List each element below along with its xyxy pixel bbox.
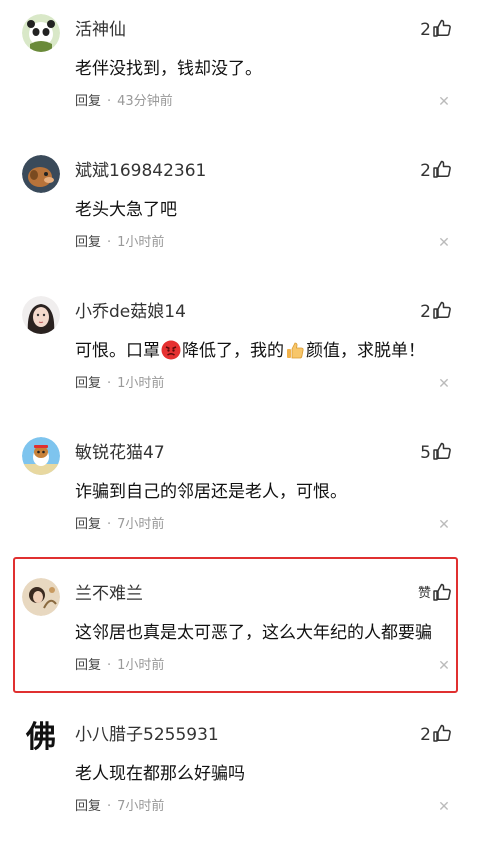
comment-text: 诈骗到自己的邻居还是老人，可恨。	[75, 482, 347, 502]
comment-item: 活神仙 2 老伴没找到，钱却没了。 回复 · 43分钟前 ✕	[0, 0, 478, 141]
reply-button[interactable]: 回复	[75, 94, 101, 109]
comment-text: 老人现在都那么好骗吗	[75, 764, 245, 784]
timestamp: 43分钟前	[117, 94, 173, 109]
like-button[interactable]: 2	[420, 300, 452, 324]
timestamp: 1小时前	[117, 658, 165, 673]
thumbs-up-icon	[432, 441, 452, 465]
reply-button[interactable]: 回复	[75, 517, 101, 532]
like-button[interactable]: 5	[420, 441, 452, 465]
comment-item: 小乔de菇娘14 2 可恨。口罩 降低了，我的 颜值，求脱单！ 回复 · 1小时前 ✕	[0, 282, 478, 423]
avatar-glyph: 佛	[26, 720, 56, 755]
like-count: 2	[420, 161, 431, 181]
like-count: 2	[420, 725, 431, 745]
thumbs-up-icon	[432, 159, 452, 183]
username[interactable]: 活神仙	[75, 18, 126, 42]
close-icon[interactable]: ✕	[437, 656, 451, 676]
angry-emoji-icon	[161, 340, 181, 360]
like-button[interactable]: 赞	[418, 582, 452, 606]
timestamp: 7小时前	[117, 517, 165, 532]
like-count: 2	[420, 302, 431, 322]
comment-meta: 回复 · 1小时前	[75, 656, 164, 676]
close-icon[interactable]: ✕	[437, 92, 451, 112]
comment-meta: 回复 · 7小时前	[75, 515, 164, 535]
comment-item: 斌斌169842361 2 老头大急了吧 回复 · 1小时前 ✕	[0, 141, 478, 282]
username[interactable]: 兰不难兰	[75, 582, 143, 606]
avatar[interactable]	[22, 578, 60, 616]
like-button[interactable]: 2	[420, 159, 452, 183]
separator: ·	[107, 376, 112, 391]
like-button[interactable]: 2	[420, 18, 452, 42]
avatar[interactable]: 佛	[22, 719, 60, 757]
thumbs-up-emoji-icon	[285, 340, 305, 360]
thumbs-up-icon	[432, 723, 452, 747]
separator: ·	[107, 94, 112, 109]
comment-meta: 回复 · 1小时前	[75, 233, 164, 253]
username[interactable]: 小八腊子5255931	[75, 723, 219, 747]
separator: ·	[107, 799, 112, 814]
avatar[interactable]	[22, 437, 60, 475]
close-icon[interactable]: ✕	[437, 233, 451, 253]
separator: ·	[107, 235, 112, 250]
like-count: 5	[420, 443, 431, 463]
avatar[interactable]	[22, 296, 60, 334]
reply-button[interactable]: 回复	[75, 658, 101, 673]
text-segment: 颜值，求脱单！	[306, 341, 425, 361]
thumbs-up-icon	[432, 300, 452, 324]
comment-meta: 回复 · 7小时前	[75, 797, 164, 817]
username[interactable]: 斌斌169842361	[75, 159, 206, 183]
comment-text: 老头大急了吧	[75, 200, 177, 220]
username[interactable]: 小乔de菇娘14	[75, 300, 186, 324]
separator: ·	[107, 658, 112, 673]
reply-button[interactable]: 回复	[75, 799, 101, 814]
like-count: 2	[420, 20, 431, 40]
timestamp: 1小时前	[117, 376, 165, 391]
thumbs-up-icon	[432, 18, 452, 42]
avatar[interactable]	[22, 155, 60, 193]
timestamp: 1小时前	[117, 235, 165, 250]
reply-button[interactable]: 回复	[75, 235, 101, 250]
avatar[interactable]	[22, 14, 60, 52]
text-segment: 降低了，我的	[182, 341, 284, 361]
text-segment: 可恨。口罩	[75, 341, 160, 361]
comment-item: 兰不难兰 赞 这邻居也真是太可恶了，这么大年纪的人都要骗 回复 · 1小时前 ✕	[0, 564, 478, 705]
separator: ·	[107, 517, 112, 532]
close-icon[interactable]: ✕	[437, 374, 451, 394]
comment-meta: 回复 · 43分钟前	[75, 92, 173, 112]
comment-item: 佛 小八腊子5255931 2 老人现在都那么好骗吗 回复 · 7小时前 ✕	[0, 705, 478, 846]
comment-text: 这邻居也真是太可恶了，这么大年纪的人都要骗	[75, 623, 432, 643]
timestamp: 7小时前	[117, 799, 165, 814]
comment-item: 敏锐花猫47 5 诈骗到自己的邻居还是老人，可恨。 回复 · 7小时前 ✕	[0, 423, 478, 564]
username[interactable]: 敏锐花猫47	[75, 441, 165, 465]
reply-button[interactable]: 回复	[75, 376, 101, 391]
comment-meta: 回复 · 1小时前	[75, 374, 164, 394]
thumbs-up-icon	[432, 582, 452, 606]
like-count: 赞	[417, 586, 431, 601]
close-icon[interactable]: ✕	[437, 797, 451, 817]
like-button[interactable]: 2	[420, 723, 452, 747]
close-icon[interactable]: ✕	[437, 515, 451, 535]
comment-text: 可恨。口罩 降低了，我的 颜值，求脱单！	[75, 339, 425, 363]
comment-text: 老伴没找到，钱却没了。	[75, 59, 262, 79]
